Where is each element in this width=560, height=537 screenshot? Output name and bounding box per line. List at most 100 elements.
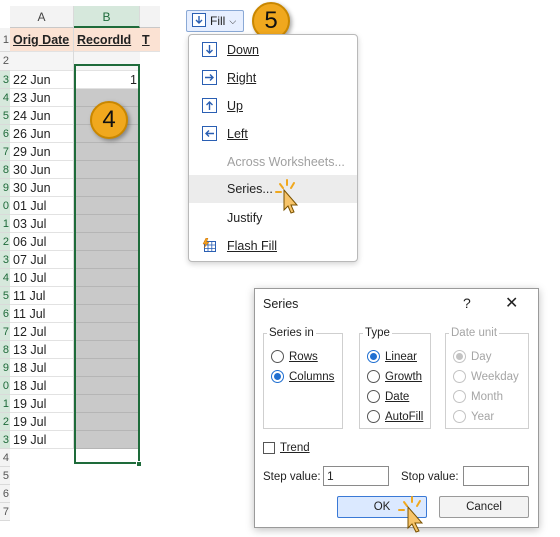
radio-columns[interactable]: Columns	[271, 370, 334, 383]
date-cell[interactable]: 23 Jun	[10, 89, 73, 107]
selected-cell[interactable]	[74, 269, 140, 287]
row-number[interactable]: 1	[0, 395, 10, 413]
row-number[interactable]: 2	[0, 233, 10, 251]
date-cell[interactable]: 11 Jul	[10, 287, 73, 305]
radio-autofill[interactable]: AutoFill	[367, 410, 423, 423]
row-number[interactable]: 3	[0, 431, 10, 449]
radio-rows[interactable]: Rows	[271, 350, 318, 363]
row-number[interactable]: 4	[0, 269, 10, 287]
radio-button	[271, 370, 284, 383]
column-header-b[interactable]: B	[74, 6, 140, 28]
selected-cell[interactable]	[74, 179, 140, 197]
row-number[interactable]: 3	[0, 71, 10, 89]
row-number[interactable]: 6	[0, 125, 10, 143]
date-cell[interactable]: 19 Jul	[10, 395, 73, 413]
radio-linear[interactable]: Linear	[367, 350, 417, 363]
help-button[interactable]: ?	[463, 295, 471, 311]
column-header-a[interactable]: A	[10, 6, 74, 28]
trend-checkbox[interactable]: Trend	[263, 442, 310, 454]
header-c[interactable]: T	[140, 28, 160, 52]
radio-weekday[interactable]: Weekday	[453, 370, 519, 383]
row-number[interactable]: 2	[0, 52, 10, 71]
menu-item-up[interactable]: Up	[189, 93, 357, 119]
fill-button[interactable]: Fill ⌵	[186, 10, 244, 32]
row-number[interactable]: 7	[0, 143, 10, 161]
date-cell[interactable]: 26 Jun	[10, 125, 73, 143]
date-cell[interactable]: 01 Jul	[10, 197, 73, 215]
close-button[interactable]: ✕	[505, 293, 518, 313]
row-number[interactable]: 5	[0, 107, 10, 125]
date-cell[interactable]: 12 Jul	[10, 323, 73, 341]
menu-item-flash-fill[interactable]: Flash Fill	[189, 233, 357, 259]
date-cell[interactable]: 30 Jun	[10, 179, 73, 197]
cell[interactable]	[10, 52, 73, 71]
row-number[interactable]: 4	[0, 89, 10, 107]
selected-cell[interactable]	[74, 197, 140, 215]
date-cell[interactable]: 03 Jul	[10, 215, 73, 233]
row-number[interactable]: 0	[0, 197, 10, 215]
selected-cell[interactable]	[74, 431, 140, 449]
date-cell[interactable]: 19 Jul	[10, 413, 73, 431]
selected-cell[interactable]	[74, 413, 140, 431]
radio-growth[interactable]: Growth	[367, 370, 422, 383]
selected-cell[interactable]	[74, 143, 140, 161]
date-cell[interactable]: 24 Jun	[10, 107, 73, 125]
date-cell[interactable]: 29 Jun	[10, 143, 73, 161]
radio-day[interactable]: Day	[453, 350, 491, 363]
header-record-id[interactable]: RecordId	[74, 28, 140, 52]
cell[interactable]	[74, 52, 140, 71]
row-number[interactable]: 5	[0, 287, 10, 305]
row-number[interactable]: 8	[0, 341, 10, 359]
menu-item-right[interactable]: Right	[189, 65, 357, 91]
date-cell[interactable]: 19 Jul	[10, 431, 73, 449]
date-cell[interactable]: 22 Jun	[10, 71, 73, 89]
selected-cell[interactable]	[74, 233, 140, 251]
selected-cell[interactable]	[74, 161, 140, 179]
selected-cell[interactable]	[74, 359, 140, 377]
selected-cell[interactable]	[74, 251, 140, 269]
row-number[interactable]: 6	[0, 485, 10, 503]
row-number[interactable]: 0	[0, 377, 10, 395]
row-number[interactable]: 6	[0, 305, 10, 323]
row-number[interactable]: 7	[0, 503, 10, 521]
selected-cell[interactable]	[74, 287, 140, 305]
row-number[interactable]: 9	[0, 179, 10, 197]
row-number[interactable]: 9	[0, 359, 10, 377]
selected-cell[interactable]	[74, 341, 140, 359]
stop-value-input[interactable]	[463, 466, 529, 486]
date-cell[interactable]: 11 Jul	[10, 305, 73, 323]
row-number[interactable]: 4	[0, 449, 10, 467]
fill-handle[interactable]	[136, 461, 142, 467]
row-number[interactable]: 1	[0, 215, 10, 233]
selected-cell[interactable]	[74, 305, 140, 323]
header-orig-date[interactable]: Orig Date	[10, 28, 73, 52]
row-number[interactable]: 2	[0, 413, 10, 431]
radio-date[interactable]: Date	[367, 390, 409, 403]
menu-item-across-worksheets[interactable]: Across Worksheets...	[189, 149, 357, 175]
date-cell[interactable]: 18 Jul	[10, 377, 73, 395]
date-cell[interactable]: 07 Jul	[10, 251, 73, 269]
column-header-c[interactable]	[140, 6, 160, 28]
step-value-input[interactable]: 1	[323, 466, 389, 486]
row-number[interactable]: 5	[0, 467, 10, 485]
menu-item-down[interactable]: Down	[189, 37, 357, 63]
row-number[interactable]: 8	[0, 161, 10, 179]
row-number[interactable]: 3	[0, 251, 10, 269]
cancel-button[interactable]: Cancel	[439, 496, 529, 518]
menu-item-left[interactable]: Left	[189, 121, 357, 147]
date-cell[interactable]: 30 Jun	[10, 161, 73, 179]
selected-cell[interactable]	[74, 323, 140, 341]
radio-month[interactable]: Month	[453, 390, 503, 403]
selected-cell[interactable]	[74, 377, 140, 395]
selected-cell[interactable]	[74, 395, 140, 413]
selected-cell[interactable]	[74, 215, 140, 233]
date-cell[interactable]: 10 Jul	[10, 269, 73, 287]
date-cell[interactable]: 18 Jul	[10, 359, 73, 377]
date-cell[interactable]: 06 Jul	[10, 233, 73, 251]
radio-button	[367, 390, 380, 403]
record-id-cell[interactable]: 1	[74, 71, 140, 89]
row-number[interactable]: 7	[0, 323, 10, 341]
radio-year[interactable]: Year	[453, 410, 494, 423]
date-cell[interactable]: 13 Jul	[10, 341, 73, 359]
row-number[interactable]: 1	[0, 28, 10, 52]
